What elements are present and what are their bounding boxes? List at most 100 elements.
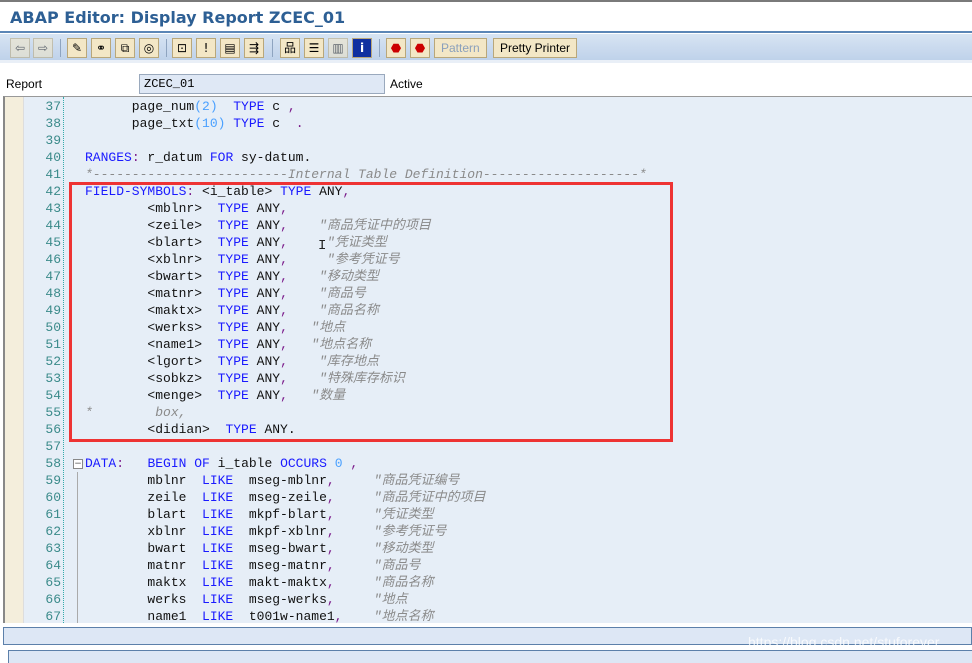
info-icon[interactable]: i bbox=[352, 38, 372, 58]
code-text: zeile LIKE mseg-zeile, "商品凭证中的项目 bbox=[85, 489, 485, 506]
punctuation-token: , bbox=[326, 490, 335, 505]
user-stop-icon[interactable]: ⬣ bbox=[410, 38, 430, 58]
code-line: 62 xblnr LIKE mkpf-xblnr, "参考凭证号 bbox=[5, 523, 972, 540]
code-token: makt-maktx bbox=[233, 575, 327, 590]
keyword-token: OCCURS bbox=[280, 456, 327, 471]
toolbar-separator bbox=[272, 39, 273, 57]
code-token: mkpf-blart bbox=[233, 507, 327, 522]
collapse-block-icon[interactable]: − bbox=[73, 459, 83, 469]
code-text: name1 LIKE t001w-name1, "地点名称 bbox=[85, 608, 434, 623]
line-number: 66 bbox=[45, 592, 61, 607]
line-number: 47 bbox=[45, 269, 61, 284]
line-number: 59 bbox=[45, 473, 61, 488]
navigation-icon[interactable]: ⇶ bbox=[244, 38, 264, 58]
code-line: 61 blart LIKE mkpf-blart, "凭证类型 bbox=[5, 506, 972, 523]
code-token: c bbox=[264, 99, 288, 114]
punctuation-token: , bbox=[326, 575, 335, 590]
toolbar-separator bbox=[60, 39, 61, 57]
hierarchy-icon[interactable]: ⊡ bbox=[172, 38, 192, 58]
code-token: t001w-name1 bbox=[233, 609, 335, 623]
code-line: 40 RANGES: r_datum FOR sy-datum. bbox=[5, 149, 972, 166]
line-number: 39 bbox=[45, 133, 61, 148]
line-number: 55 bbox=[45, 405, 61, 420]
code-token: name1 bbox=[85, 609, 203, 623]
code-line: 58 DATA: BEGIN OF i_table OCCURS 0 , bbox=[5, 455, 972, 472]
code-token: bwart bbox=[85, 541, 203, 556]
comment-token: "地点名称 bbox=[373, 609, 434, 623]
breakpoint-icon[interactable]: ! bbox=[196, 38, 216, 58]
forward-icon[interactable]: ⇨ bbox=[33, 38, 53, 58]
title-bar: ABAP Editor: Display Report ZCEC_01 bbox=[0, 0, 972, 33]
line-number: 63 bbox=[45, 541, 61, 556]
layout-icon[interactable]: ▥ bbox=[328, 38, 348, 58]
code-token: blart bbox=[85, 507, 203, 522]
line-number: 58 bbox=[45, 456, 61, 471]
display-change-icon[interactable]: ✎ bbox=[67, 38, 87, 58]
code-line: 39 bbox=[5, 132, 972, 149]
punctuation-token: , bbox=[326, 507, 335, 522]
other-object-icon[interactable]: ⧉ bbox=[115, 38, 135, 58]
code-editor[interactable]: 37 page_num(2) TYPE c , 38 page_txt(10) T… bbox=[3, 96, 972, 623]
line-number: 57 bbox=[45, 439, 61, 454]
code-token: sy-datum. bbox=[233, 150, 312, 165]
line-number: 48 bbox=[45, 286, 61, 301]
punctuation-token: , bbox=[326, 524, 335, 539]
punctuation-token: , bbox=[326, 473, 335, 488]
code-text: xblnr LIKE mkpf-xblnr, "参考凭证号 bbox=[85, 523, 447, 540]
stop-icon[interactable]: ⬣ bbox=[386, 38, 406, 58]
code-line: 41 *-------------------------Internal Tab… bbox=[5, 166, 972, 183]
text-cursor-icon: I bbox=[318, 238, 327, 254]
code-text: page_txt(10) TYPE c . bbox=[85, 115, 304, 132]
code-token: werks bbox=[85, 592, 203, 607]
code-token: mblnr bbox=[85, 473, 203, 488]
code-token: mkpf-xblnr bbox=[233, 524, 327, 539]
keyword-token: TYPE bbox=[233, 116, 265, 131]
punctuation-token: : bbox=[131, 150, 140, 165]
keyword-token: LIKE bbox=[202, 490, 234, 505]
stack-icon[interactable]: ☰ bbox=[304, 38, 324, 58]
code-line: 60 zeile LIKE mseg-zeile, "商品凭证中的项目 bbox=[5, 489, 972, 506]
keyword-token: RANGES bbox=[85, 150, 132, 165]
code-token: matnr bbox=[85, 558, 203, 573]
line-number: 44 bbox=[45, 218, 61, 233]
code-line: 64 matnr LIKE mseg-matnr, "商品号 bbox=[5, 557, 972, 574]
pattern-button[interactable]: Pattern bbox=[434, 38, 487, 58]
code-token: xblnr bbox=[85, 524, 203, 539]
keyword-token: LIKE bbox=[202, 524, 234, 539]
code-token: page_num bbox=[85, 99, 195, 114]
pretty-printer-button[interactable]: Pretty Printer bbox=[493, 38, 578, 58]
line-number: 40 bbox=[45, 150, 61, 165]
watermark: https://blog.csdn.net/stuforever bbox=[748, 634, 940, 650]
code-text: DATA: BEGIN OF i_table OCCURS 0 , bbox=[85, 455, 358, 472]
display-object-list-icon[interactable]: ▤ bbox=[220, 38, 240, 58]
code-token: i_table bbox=[209, 456, 281, 471]
code-token: mseg-werks bbox=[233, 592, 327, 607]
toolbar-separator bbox=[166, 39, 167, 57]
back-icon[interactable]: ⇦ bbox=[10, 38, 30, 58]
comment-token: "地点 bbox=[373, 592, 408, 607]
comment-token: "参考凭证号 bbox=[373, 524, 447, 539]
where-used-icon[interactable]: ◎ bbox=[139, 38, 159, 58]
code-token: maktx bbox=[85, 575, 203, 590]
punctuation-token: . bbox=[295, 116, 304, 131]
code-token: mseg-bwart bbox=[233, 541, 327, 556]
report-name-field[interactable]: ZCEC_01 bbox=[139, 74, 385, 94]
keyword-token: LIKE bbox=[202, 541, 234, 556]
line-number: 60 bbox=[45, 490, 61, 505]
line-number: 62 bbox=[45, 524, 61, 539]
code-token: mseg-matnr bbox=[233, 558, 327, 573]
active-inactive-icon[interactable]: ⚭ bbox=[91, 38, 111, 58]
code-token: c bbox=[264, 116, 296, 131]
keyword-token: LIKE bbox=[202, 507, 234, 522]
line-number: 53 bbox=[45, 371, 61, 386]
object-tree-icon[interactable]: 品 bbox=[280, 38, 300, 58]
line-number: 51 bbox=[45, 337, 61, 352]
code-text: werks LIKE mseg-werks, "地点 bbox=[85, 591, 408, 608]
